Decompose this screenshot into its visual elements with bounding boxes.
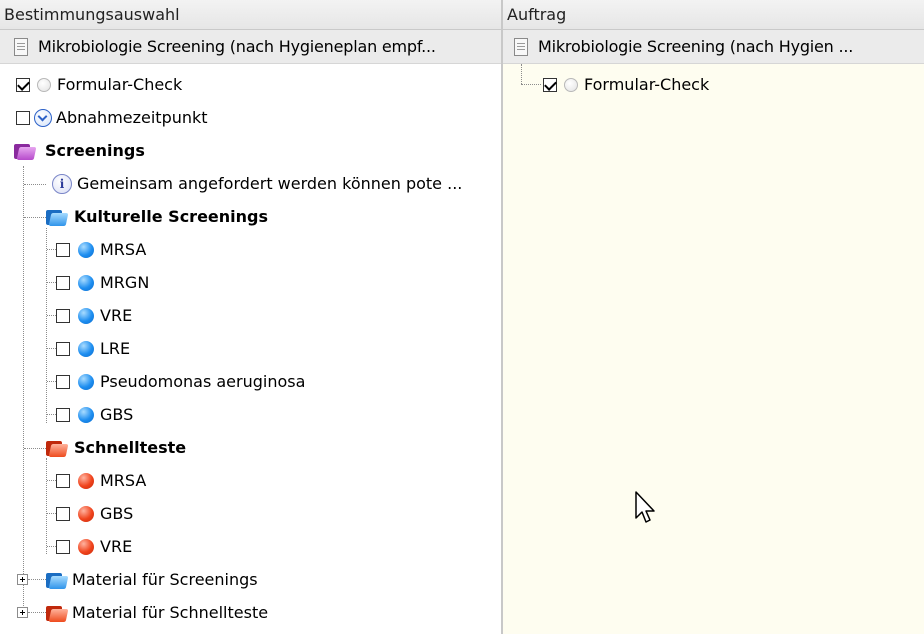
screenings-label: Screenings bbox=[45, 141, 145, 160]
root-node-right[interactable]: Mikrobiologie Screening (nach Hygien ... bbox=[503, 30, 924, 64]
item-checkbox[interactable] bbox=[56, 506, 70, 521]
blue-dot-icon bbox=[78, 373, 94, 390]
blue-dot-icon bbox=[78, 406, 94, 423]
tree-connector bbox=[47, 282, 56, 283]
tree-connector bbox=[47, 546, 56, 547]
tree-connector bbox=[47, 348, 56, 349]
tree-connector bbox=[28, 579, 46, 580]
tree-connector bbox=[24, 448, 46, 449]
red-folder-icon bbox=[46, 439, 69, 457]
info-icon: i bbox=[52, 173, 72, 194]
selection-pane: Bestimmungsauswahl Mikrobiologie Screeni… bbox=[0, 0, 502, 634]
tree-row-info[interactable]: i Gemeinsam angefordert werden können po… bbox=[52, 167, 462, 200]
item-checkbox[interactable] bbox=[56, 374, 70, 389]
tree-connector bbox=[47, 480, 56, 481]
tree-row-item: LRE bbox=[56, 332, 130, 365]
tree-connector bbox=[28, 612, 46, 613]
tree-row-kulturelle-screenings[interactable]: Kulturelle Screenings bbox=[46, 200, 268, 233]
item-checkbox[interactable] bbox=[56, 275, 70, 290]
root-node-left[interactable]: Mikrobiologie Screening (nach Hygienepla… bbox=[0, 30, 502, 64]
tree-row-item: MRSA bbox=[56, 233, 146, 266]
red-dot-icon bbox=[78, 472, 94, 489]
tree-row-item: MRGN bbox=[56, 266, 149, 299]
column-header-auftrag[interactable]: Auftrag bbox=[503, 0, 924, 30]
item-label[interactable]: Pseudomonas aeruginosa bbox=[100, 372, 305, 391]
tree-row-item: VRE bbox=[56, 530, 132, 563]
expand-icon[interactable] bbox=[17, 574, 28, 585]
tree-row-item: Pseudomonas aeruginosa bbox=[56, 365, 305, 398]
purple-folder-icon bbox=[14, 142, 37, 160]
abnahmezeitpunkt-label[interactable]: Abnahmezeitpunkt bbox=[56, 108, 208, 127]
clock-icon bbox=[34, 108, 52, 127]
kulturelle-screenings-label: Kulturelle Screenings bbox=[74, 207, 269, 226]
column-header-bestimmungsauswahl[interactable]: Bestimmungsauswahl bbox=[0, 0, 502, 30]
radio-icon bbox=[564, 77, 578, 92]
order-pane: Auftrag Mikrobiologie Screening (nach Hy… bbox=[503, 0, 924, 634]
tree-connector bbox=[47, 381, 56, 382]
item-label[interactable]: GBS bbox=[100, 504, 133, 523]
formular-check-label[interactable]: Formular-Check bbox=[584, 75, 709, 94]
material-schnellteste-label: Material für Schnellteste bbox=[72, 603, 269, 622]
tree-row-item: GBS bbox=[56, 398, 133, 431]
tree-connector bbox=[46, 458, 47, 554]
red-folder-icon bbox=[46, 604, 69, 622]
material-screenings-label: Material für Screenings bbox=[72, 570, 258, 589]
tree-connector bbox=[521, 64, 522, 84]
tree-row-schnellteste[interactable]: Schnellteste bbox=[46, 431, 186, 464]
blue-folder-icon bbox=[46, 208, 69, 226]
item-checkbox[interactable] bbox=[56, 539, 70, 554]
blue-dot-icon bbox=[78, 274, 94, 291]
blue-dot-icon bbox=[78, 241, 94, 258]
formular-check-checkbox[interactable] bbox=[16, 77, 30, 92]
radio-icon bbox=[37, 77, 51, 92]
item-checkbox[interactable] bbox=[56, 308, 70, 323]
blue-dot-icon bbox=[78, 340, 94, 357]
abnahmezeitpunkt-checkbox[interactable] bbox=[16, 110, 30, 125]
tree-row-material-screenings[interactable]: Material für Screenings bbox=[17, 563, 258, 596]
tree-row-item: VRE bbox=[56, 299, 132, 332]
red-dot-icon bbox=[78, 538, 94, 555]
tree-row-formular-check: Formular-Check bbox=[543, 68, 709, 101]
item-checkbox[interactable] bbox=[56, 242, 70, 257]
mouse-cursor-icon bbox=[635, 491, 655, 523]
tree-connector bbox=[521, 84, 541, 85]
tree-connector bbox=[47, 513, 56, 514]
tree-row-screenings[interactable]: Screenings bbox=[14, 134, 145, 167]
blue-dot-icon bbox=[78, 307, 94, 324]
tree-row-item: MRSA bbox=[56, 464, 146, 497]
info-text: Gemeinsam angefordert werden können pote… bbox=[77, 174, 463, 193]
item-label[interactable]: VRE bbox=[100, 537, 132, 556]
item-checkbox[interactable] bbox=[56, 341, 70, 356]
item-label[interactable]: GBS bbox=[100, 405, 133, 424]
item-checkbox[interactable] bbox=[56, 407, 70, 422]
tree-connector bbox=[47, 249, 56, 250]
formular-check-label[interactable]: Formular-Check bbox=[57, 75, 182, 94]
item-label[interactable]: MRSA bbox=[100, 240, 146, 259]
red-dot-icon bbox=[78, 505, 94, 522]
item-label[interactable]: MRGN bbox=[100, 273, 149, 292]
root-node-label: Mikrobiologie Screening (nach Hygienepla… bbox=[38, 37, 436, 56]
tree-connector bbox=[46, 228, 47, 423]
tree-connector bbox=[23, 166, 24, 584]
formular-check-checkbox[interactable] bbox=[543, 77, 557, 92]
tree-connector bbox=[24, 184, 46, 185]
tree-row-formular-check: Formular-Check bbox=[16, 68, 182, 101]
blue-folder-icon bbox=[46, 571, 69, 589]
tree-row-abnahmezeitpunkt: Abnahmezeitpunkt bbox=[16, 101, 208, 134]
document-icon bbox=[514, 37, 528, 56]
tree-row-material-schnellteste[interactable]: Material für Schnellteste bbox=[17, 596, 268, 629]
tree-connector bbox=[47, 315, 56, 316]
document-icon bbox=[14, 37, 28, 56]
tree-connector bbox=[47, 414, 56, 415]
tree-row-item: GBS bbox=[56, 497, 133, 530]
item-checkbox[interactable] bbox=[56, 473, 70, 488]
item-label[interactable]: MRSA bbox=[100, 471, 146, 490]
item-label[interactable]: VRE bbox=[100, 306, 132, 325]
item-label[interactable]: LRE bbox=[100, 339, 130, 358]
schnellteste-label: Schnellteste bbox=[74, 438, 187, 457]
tree-connector bbox=[24, 217, 46, 218]
expand-icon[interactable] bbox=[17, 607, 28, 618]
root-node-label: Mikrobiologie Screening (nach Hygien ... bbox=[538, 37, 854, 56]
